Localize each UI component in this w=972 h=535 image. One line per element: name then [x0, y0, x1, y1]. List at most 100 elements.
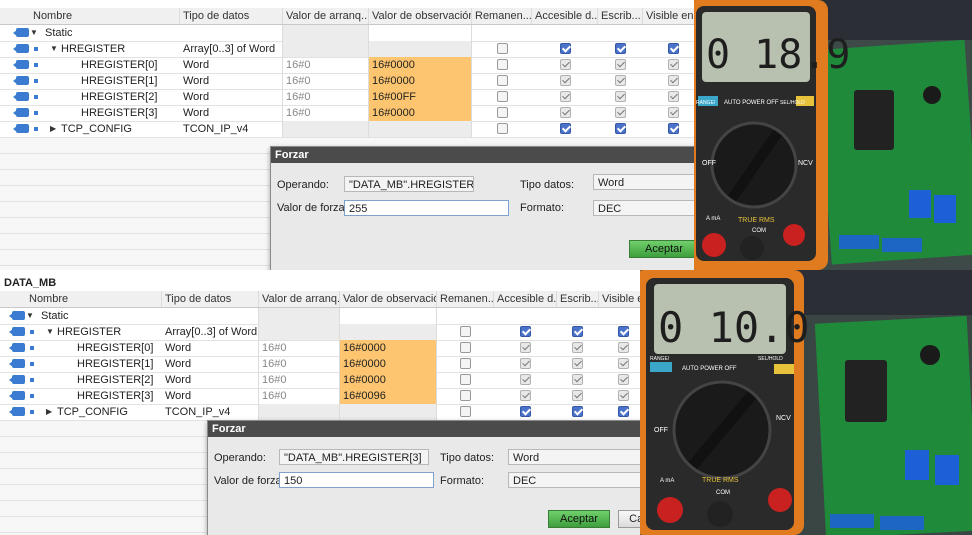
writable-checkbox[interactable]	[615, 43, 626, 54]
table-row[interactable]: ▼ HREGISTER Array[0..3] of Word	[0, 324, 640, 341]
col-remanencia[interactable]: Remanen...	[437, 291, 494, 307]
row-start-value[interactable]: 16#0	[283, 73, 369, 89]
accept-button[interactable]: Aceptar	[629, 240, 694, 258]
visible-checkbox[interactable]	[668, 123, 679, 134]
retain-checkbox[interactable]	[497, 107, 508, 118]
expand-icon[interactable]: ▶	[50, 121, 56, 137]
col-escribible[interactable]: Escrib...	[557, 291, 599, 307]
visible-checkbox[interactable]	[618, 326, 629, 337]
visible-checkbox[interactable]	[618, 342, 629, 353]
accessible-checkbox[interactable]	[560, 123, 571, 134]
writable-checkbox[interactable]	[572, 406, 583, 417]
accept-button[interactable]: Aceptar	[548, 510, 610, 528]
row-start-value[interactable]: 16#0	[259, 388, 340, 404]
writable-checkbox[interactable]	[615, 59, 626, 70]
retain-checkbox[interactable]	[497, 59, 508, 70]
visible-checkbox[interactable]	[618, 406, 629, 417]
col-valor-arranque[interactable]: Valor de arranq...	[283, 8, 369, 24]
col-escribible[interactable]: Escrib...	[598, 8, 643, 24]
row-start-value[interactable]: 16#0	[283, 57, 369, 73]
retain-checkbox[interactable]	[460, 342, 471, 353]
accessible-checkbox[interactable]	[520, 374, 531, 385]
row-start-value[interactable]: 16#0	[259, 340, 340, 356]
table-row[interactable]: HREGISTER[0] Word 16#0 16#0000	[0, 57, 694, 74]
row-start-value[interactable]: 16#0	[283, 105, 369, 121]
writable-checkbox[interactable]	[615, 75, 626, 86]
accessible-checkbox[interactable]	[560, 59, 571, 70]
accessible-checkbox[interactable]	[560, 91, 571, 102]
visible-checkbox[interactable]	[618, 374, 629, 385]
retain-checkbox[interactable]	[460, 326, 471, 337]
accessible-checkbox[interactable]	[560, 43, 571, 54]
col-valor-arranque[interactable]: Valor de arranq...	[259, 291, 340, 307]
force-value-input[interactable]: 150	[279, 472, 434, 488]
row-start-value[interactable]: 16#0	[259, 356, 340, 372]
force-value-input[interactable]: 255	[344, 200, 509, 216]
writable-checkbox[interactable]	[615, 91, 626, 102]
visible-checkbox[interactable]	[668, 59, 679, 70]
retain-checkbox[interactable]	[460, 374, 471, 385]
table-row[interactable]: HREGISTER[3] Word 16#0 16#0096	[0, 388, 640, 405]
table-row[interactable]: HREGISTER[0] Word 16#0 16#0000	[0, 340, 640, 357]
accessible-checkbox[interactable]	[520, 326, 531, 337]
row-start-value[interactable]	[283, 121, 369, 137]
retain-checkbox[interactable]	[460, 406, 471, 417]
accessible-checkbox[interactable]	[520, 390, 531, 401]
row-start-value[interactable]	[283, 25, 369, 41]
accessible-checkbox[interactable]	[520, 342, 531, 353]
retain-checkbox[interactable]	[460, 390, 471, 401]
row-start-value[interactable]	[283, 41, 369, 57]
col-visible[interactable]: Visible en	[643, 8, 694, 24]
col-nombre[interactable]: Nombre	[26, 291, 162, 307]
retain-checkbox[interactable]	[497, 91, 508, 102]
table-row[interactable]: ▶ TCP_CONFIG TCON_IP_v4	[0, 404, 640, 421]
table-row[interactable]: ▼ HREGISTER Array[0..3] of Word	[0, 41, 694, 58]
collapse-icon[interactable]: ▼	[26, 308, 34, 324]
retain-checkbox[interactable]	[497, 43, 508, 54]
type-field[interactable]: Word	[508, 449, 640, 465]
collapse-icon[interactable]: ▼	[50, 41, 58, 57]
table-row[interactable]: HREGISTER[1] Word 16#0 16#0000	[0, 356, 640, 373]
visible-checkbox[interactable]	[668, 43, 679, 54]
expand-icon[interactable]: ▶	[46, 404, 52, 420]
col-accesible[interactable]: Accesible d...	[494, 291, 557, 307]
visible-checkbox[interactable]	[618, 358, 629, 369]
accessible-checkbox[interactable]	[520, 358, 531, 369]
retain-checkbox[interactable]	[460, 358, 471, 369]
col-nombre[interactable]: Nombre	[30, 8, 180, 24]
visible-checkbox[interactable]	[668, 107, 679, 118]
writable-checkbox[interactable]	[572, 326, 583, 337]
retain-checkbox[interactable]	[497, 123, 508, 134]
col-tipo-datos[interactable]: Tipo de datos	[162, 291, 259, 307]
col-remanencia[interactable]: Remanen...	[472, 8, 532, 24]
visible-checkbox[interactable]	[668, 75, 679, 86]
col-tipo-datos[interactable]: Tipo de datos	[180, 8, 283, 24]
table-row[interactable]: HREGISTER[1] Word 16#0 16#0000	[0, 73, 694, 90]
row-start-value[interactable]: 16#0	[259, 372, 340, 388]
table-row[interactable]: ▼ Static	[0, 308, 640, 325]
accessible-checkbox[interactable]	[520, 406, 531, 417]
row-start-value[interactable]: 16#0	[283, 89, 369, 105]
col-accesible[interactable]: Accesible d...	[532, 8, 598, 24]
visible-checkbox[interactable]	[618, 390, 629, 401]
row-start-value[interactable]	[259, 404, 340, 420]
row-start-value[interactable]	[259, 308, 340, 324]
col-visible[interactable]: Visible e	[599, 291, 640, 307]
retain-checkbox[interactable]	[497, 75, 508, 86]
writable-checkbox[interactable]	[572, 342, 583, 353]
col-valor-observacion[interactable]: Valor de observación	[340, 291, 437, 307]
format-field[interactable]: DEC	[508, 472, 640, 488]
visible-checkbox[interactable]	[668, 91, 679, 102]
format-field[interactable]: DEC	[593, 200, 694, 216]
accessible-checkbox[interactable]	[560, 107, 571, 118]
table-row[interactable]: HREGISTER[2] Word 16#0 16#0000	[0, 372, 640, 389]
writable-checkbox[interactable]	[572, 358, 583, 369]
writable-checkbox[interactable]	[572, 374, 583, 385]
table-row[interactable]: ▶ TCP_CONFIG TCON_IP_v4	[0, 121, 694, 138]
col-valor-observacion[interactable]: Valor de observación	[369, 8, 472, 24]
writable-checkbox[interactable]	[572, 390, 583, 401]
cancel-button[interactable]: Car	[618, 510, 640, 528]
writable-checkbox[interactable]	[615, 107, 626, 118]
table-row[interactable]: HREGISTER[2] Word 16#0 16#00FF	[0, 89, 694, 106]
collapse-icon[interactable]: ▼	[46, 324, 54, 340]
